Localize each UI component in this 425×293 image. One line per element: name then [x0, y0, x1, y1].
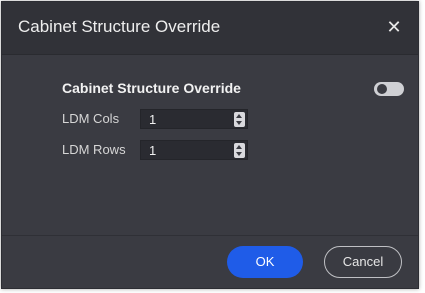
dialog-header: Cabinet Structure Override ✕: [2, 2, 418, 55]
chevron-up-icon[interactable]: [236, 145, 242, 149]
ldm-rows-label: LDM Rows: [62, 142, 126, 157]
ldm-cols-label: LDM Cols: [62, 111, 120, 126]
ldm-rows-spin-buttons: [234, 143, 245, 158]
ldm-rows-value[interactable]: 1: [149, 143, 156, 158]
ldm-cols-spinbox[interactable]: 1: [140, 109, 248, 129]
ldm-cols-value[interactable]: 1: [149, 112, 156, 127]
override-toggle[interactable]: [374, 82, 404, 96]
cancel-button[interactable]: Cancel: [324, 246, 402, 278]
ok-button[interactable]: OK: [227, 246, 303, 278]
chevron-down-icon[interactable]: [236, 121, 242, 125]
dialog-body: Cabinet Structure Override LDM Cols 1 LD…: [2, 55, 418, 236]
dialog-title: Cabinet Structure Override: [18, 17, 221, 36]
toggle-knob: [377, 84, 387, 94]
cabinet-structure-dialog: Cabinet Structure Override ✕ Cabinet Str…: [1, 1, 419, 289]
chevron-down-icon[interactable]: [236, 152, 242, 156]
ldm-cols-spin-buttons: [234, 112, 245, 127]
section-title: Cabinet Structure Override: [62, 80, 241, 96]
ldm-rows-spinbox[interactable]: 1: [140, 140, 248, 160]
dialog-footer: OK Cancel: [2, 235, 418, 288]
chevron-up-icon[interactable]: [236, 114, 242, 118]
close-icon[interactable]: ✕: [382, 15, 406, 39]
